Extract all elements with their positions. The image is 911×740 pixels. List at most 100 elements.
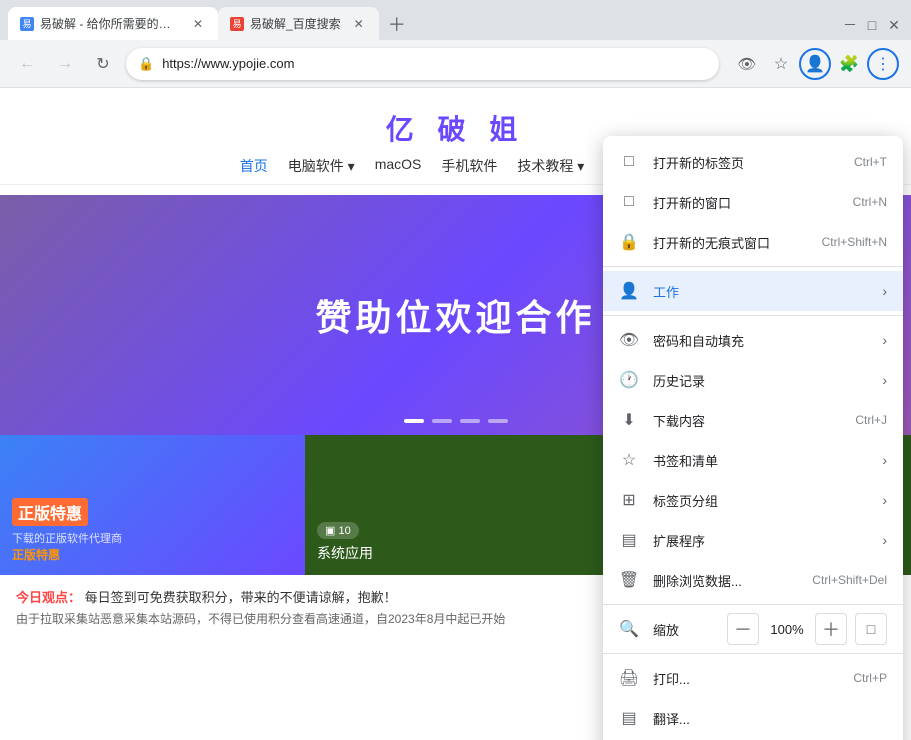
tab-1-favicon: 易 [20,17,34,31]
menu-zoom: 🔍 缩放 － 100% ＋ □ [603,609,903,649]
bookmarks-icon: ☆ [619,450,639,470]
lock-icon: 🔒 [138,56,154,72]
webpage: 亿 破 姐 首页 电脑软件 ▾ macOS 手机软件 技术教程 ▾ 操作系统 ▾… [0,88,911,740]
dot-4[interactable] [488,419,508,423]
menu-incognito-label: 打开新的无痕式窗口 [653,233,808,252]
menu-clear-data[interactable]: 🗑 删除浏览数据... Ctrl+Shift+Del [603,560,903,600]
nav-macos[interactable]: macOS [375,156,422,176]
print-icon: 🖨 [619,668,639,688]
url-display: https://www.ypojie.com [162,56,707,71]
tab-2-favicon: 易 [230,17,244,31]
menu-print-label: 打印... [653,669,839,688]
extensions-icon[interactable]: 🧩 [833,48,865,80]
menu-print[interactable]: 🖨 打印... Ctrl+P [603,658,903,698]
menu-clear-data-shortcut: Ctrl+Shift+Del [812,573,887,587]
menu-downloads-shortcut: Ctrl+J [855,413,887,427]
nav-software[interactable]: 电脑软件 ▾ [288,156,355,176]
menu-history[interactable]: 🕐 历史记录 › [603,360,903,400]
menu-new-window-shortcut: Ctrl+N [853,195,887,209]
dot-3[interactable] [460,419,480,423]
card-label: 正版特惠 [12,546,293,563]
history-arrow: › [882,372,887,388]
zoom-fullscreen-button[interactable]: □ [855,613,887,645]
history-icon: 🕐 [619,370,639,390]
divider-2 [603,315,903,316]
new-tab-icon: □ [619,152,639,172]
menu-zoom-label: 缩放 [653,620,713,639]
forward-button[interactable]: → [50,49,80,79]
menu-tab-groups[interactable]: ⊞ 标签页分组 › [603,480,903,520]
address-box[interactable]: 🔒 https://www.ypojie.com [126,48,719,80]
card-subtitle: 下载的正版软件代理商 [12,530,293,546]
tab-1-title: 易破解 - 给你所需要的内容 [40,15,180,32]
menu-passwords-label: 密码和自动填充 [653,331,868,350]
bottom-main-text: 每日签到可免费获取积分，带来的不便请谅解，抱歉！ [85,590,397,605]
nav-mobile[interactable]: 手机软件 [441,156,497,176]
divider-1 [603,266,903,267]
menu-new-tab[interactable]: □ 打开新的标签页 Ctrl+T [603,142,903,182]
translate-icon: ▤ [619,708,639,728]
tab-groups-arrow: › [882,492,887,508]
menu-button[interactable]: ⋮ [867,48,899,80]
eye-icon[interactable]: 👁 [731,48,763,80]
passwords-icon: 👁 [619,330,639,350]
bookmarks-arrow: › [882,452,887,468]
highlight-text: 今日观点： [16,590,81,605]
nav-home[interactable]: 首页 [240,156,268,176]
window-controls: － □ ✕ [841,16,903,40]
incognito-icon: 🔒 [619,232,639,252]
refresh-button[interactable]: ↻ [88,49,118,79]
toolbar-icons: 👁 ☆ 👤 🧩 ⋮ [731,48,899,80]
tab-2-close[interactable]: ✕ [351,16,367,32]
zoom-plus-button[interactable]: ＋ [815,613,847,645]
browser-frame: 易 易破解 - 给你所需要的内容 ✕ 易 易破解_百度搜索 ✕ ＋ － □ ✕ … [0,0,911,740]
zoom-minus-button[interactable]: － [727,613,759,645]
tab-2-title: 易破解_百度搜索 [250,15,341,32]
menu-new-tab-shortcut: Ctrl+T [854,155,887,169]
menu-new-window[interactable]: □ 打开新的窗口 Ctrl+N [603,182,903,222]
new-window-icon: □ [619,192,639,212]
new-tab-button[interactable]: ＋ [383,10,411,38]
tab-groups-icon: ⊞ [619,490,639,510]
menu-extensions[interactable]: ▤ 扩展程序 › [603,520,903,560]
tab-2[interactable]: 易 易破解_百度搜索 ✕ [218,7,379,40]
zoom-icon: 🔍 [619,619,639,639]
menu-tab-groups-label: 标签页分组 [653,491,868,510]
back-button[interactable]: ← [12,49,42,79]
menu-profile[interactable]: 👤 工作 › [603,271,903,311]
menu-clear-data-label: 删除浏览数据... [653,571,798,590]
clear-data-icon: 🗑 [619,570,639,590]
tab-1-close[interactable]: ✕ [190,16,206,32]
menu-bookmarks[interactable]: ☆ 书签和清单 › [603,440,903,480]
dot-2[interactable] [432,419,452,423]
menu-new-window-label: 打开新的窗口 [653,193,839,212]
extensions-menu-icon: ▤ [619,530,639,550]
maximize-button[interactable]: □ [863,16,881,34]
extensions-arrow: › [882,532,887,548]
title-bar: 易 易破解 - 给你所需要的内容 ✕ 易 易破解_百度搜索 ✕ ＋ － □ ✕ [0,0,911,40]
menu-incognito[interactable]: 🔒 打开新的无痕式窗口 Ctrl+Shift+N [603,222,903,262]
banner-text: 赞助位欢迎合作 [315,289,595,341]
zoom-control: － 100% ＋ □ [727,613,887,645]
menu-print-shortcut: Ctrl+P [853,671,887,685]
card-badge: 正版特惠 [12,498,88,526]
menu-translate[interactable]: ▤ 翻译... [603,698,903,738]
nav-tutorials[interactable]: 技术教程 ▾ [517,156,584,176]
downloads-icon: ⬇ [619,410,639,430]
card-count: ▣ 10 [317,522,359,539]
profile-button[interactable]: 👤 [799,48,831,80]
menu-new-tab-label: 打开新的标签页 [653,153,840,172]
minimize-button[interactable]: － [841,16,859,34]
close-button[interactable]: ✕ [885,16,903,34]
bookmark-icon[interactable]: ☆ [765,48,797,80]
card-left[interactable]: 正版特惠 下载的正版软件代理商 正版特惠 [0,435,305,575]
profile-arrow: › [882,283,887,299]
menu-extensions-label: 扩展程序 [653,531,868,550]
menu-downloads[interactable]: ⬇ 下载内容 Ctrl+J [603,400,903,440]
divider-4 [603,653,903,654]
menu-passwords[interactable]: 👁 密码和自动填充 › [603,320,903,360]
tab-1[interactable]: 易 易破解 - 给你所需要的内容 ✕ [8,7,218,40]
dot-1[interactable] [404,419,424,423]
menu-translate-label: 翻译... [653,709,887,728]
tab-strip: 易 易破解 - 给你所需要的内容 ✕ 易 易破解_百度搜索 ✕ ＋ [8,7,841,40]
